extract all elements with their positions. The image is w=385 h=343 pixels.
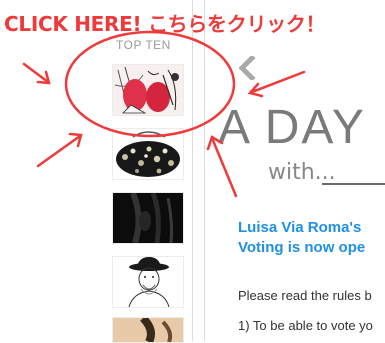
arrow-icon [36, 132, 83, 168]
top-ten-thumbnail-2[interactable] [112, 128, 184, 180]
hat-man-sketch-thumbnail [113, 257, 183, 307]
top-ten-thumbnail-4[interactable] [112, 256, 184, 308]
page: TOP TEN A DAY with... Luisa Via Roma's V… [0, 0, 385, 343]
partial-photo-thumbnail [113, 318, 183, 342]
top-ten-thumbnail-5[interactable] [112, 317, 184, 343]
top-ten-thumbnail-3[interactable] [112, 192, 184, 244]
banner-subtitle-underline [322, 183, 385, 185]
top-ten-thumbnail-1[interactable] [112, 64, 184, 116]
previous-button[interactable] [236, 54, 262, 82]
headline-line-1: Luisa Via Roma's [238, 219, 362, 236]
click-here-callout[interactable]: CLICK HERE! こちらをクリック！ [4, 8, 326, 37]
embellished-bag-thumbnail [113, 129, 183, 179]
article-paragraph-2: 1) To be able to vote yo [238, 318, 373, 333]
article-paragraph-1: Please read the rules b [238, 288, 372, 303]
arrow-icon [22, 62, 51, 85]
dark-photo-thumbnail [113, 193, 183, 243]
content-divider [204, 0, 205, 341]
banner-title: A DAY [218, 101, 366, 154]
headline-line-2: Voting is now ope [238, 239, 366, 256]
article-headline[interactable]: Luisa Via Roma's Voting is now ope [238, 218, 365, 258]
banner-subtitle: with... [268, 160, 336, 185]
chevron-left-icon [238, 54, 256, 82]
sidebar-divider [192, 0, 193, 341]
top-ten-title: TOP TEN [116, 38, 171, 52]
fashion-illustration-thumbnail [113, 65, 183, 115]
